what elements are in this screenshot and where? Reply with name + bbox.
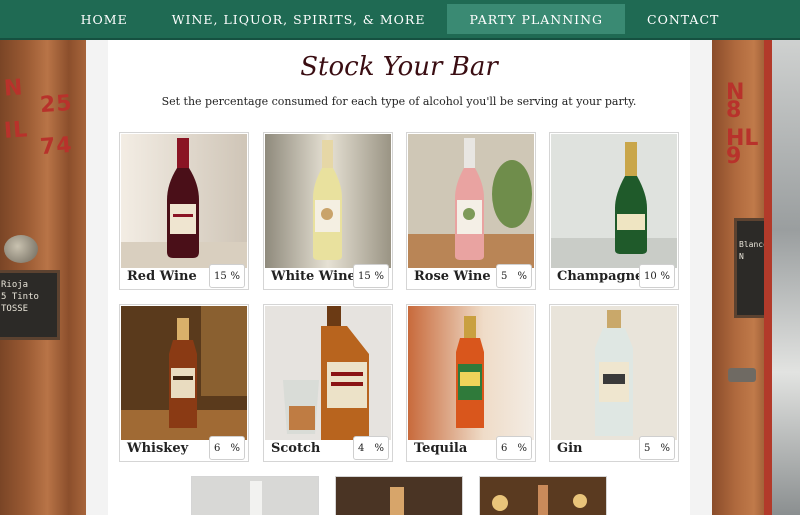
percent-input[interactable]: 10%	[639, 264, 675, 288]
percent-unit: %	[517, 270, 527, 282]
stencil-text: 8	[726, 98, 742, 123]
whiskey-bottle-image	[121, 306, 247, 440]
chalk-slate: Rioja 5 Tinto TOSSE	[0, 270, 60, 340]
page-subtitle: Set the percentage consumed for each typ…	[161, 95, 637, 108]
stencil-text: IL	[3, 117, 30, 144]
percent-input[interactable]: 15%	[209, 264, 245, 288]
percent-input[interactable]: 15%	[353, 264, 389, 288]
drink-name: Rose Wine	[414, 269, 491, 284]
percent-unit: %	[374, 270, 384, 282]
nav-home[interactable]: HOME	[59, 4, 150, 34]
drink-name: Champagne	[557, 269, 644, 284]
percent-unit: %	[230, 270, 240, 282]
nav-wine-liquor[interactable]: WINE, LIQUOR, SPIRITS, & MORE	[150, 4, 448, 34]
wooden-door-left: N 25 IL 74 Rioja 5 Tinto TOSSE	[0, 40, 86, 515]
percent-input[interactable]: 5%	[496, 264, 532, 288]
door-latch	[728, 368, 756, 382]
percent-input[interactable]: 4%	[353, 436, 389, 460]
percent-value: 5	[501, 270, 508, 282]
percent-input[interactable]: 5%	[639, 436, 675, 460]
scotch-bottle-image	[265, 306, 391, 440]
page-title: Stock Your Bar	[300, 52, 498, 82]
drink-name: Gin	[557, 441, 583, 456]
stencil-text: N	[3, 75, 25, 102]
drink-name: Red Wine	[127, 269, 197, 284]
percent-input[interactable]: 6%	[209, 436, 245, 460]
drink-card-white-wine[interactable]: White Wine 15%	[263, 132, 393, 290]
stone-wall	[772, 40, 800, 515]
drink-card-red-wine[interactable]: Red Wine 15%	[119, 132, 249, 290]
drink-card-partial	[335, 476, 463, 515]
percent-unit: %	[660, 442, 670, 454]
drink-card-partial	[191, 476, 319, 515]
drink-card-partial	[479, 476, 607, 515]
percent-value: 15	[358, 270, 371, 282]
main-nav: HOME WINE, LIQUOR, SPIRITS, & MORE PARTY…	[0, 0, 800, 40]
percent-value: 10	[644, 270, 657, 282]
percent-input[interactable]: 6%	[496, 436, 532, 460]
drink-card-rose-wine[interactable]: Rose Wine 5%	[406, 132, 536, 290]
drink-name: White Wine	[271, 269, 356, 284]
gin-bottle-image	[551, 306, 677, 440]
percent-value: 6	[501, 442, 508, 454]
drink-card-gin[interactable]: Gin 5%	[549, 304, 679, 462]
rose-wine-bottle-image	[408, 134, 534, 268]
stencil-text: 9	[726, 144, 742, 169]
content-panel: Stock Your Bar Set the percentage consum…	[86, 40, 712, 515]
percent-value: 15	[214, 270, 227, 282]
drink-card-champagne[interactable]: Champagne 10%	[549, 132, 679, 290]
drink-name: Tequila	[414, 441, 468, 456]
stencil-text: 25	[39, 90, 74, 119]
percent-value: 4	[358, 442, 365, 454]
red-wine-bottle-image	[121, 134, 247, 268]
white-wine-bottle-image	[265, 134, 391, 268]
percent-unit: %	[660, 270, 670, 282]
percent-unit: %	[517, 442, 527, 454]
door-knob	[4, 235, 38, 263]
drink-card-tequila[interactable]: Tequila 6%	[406, 304, 536, 462]
drink-card-scotch[interactable]: Scotch 4%	[263, 304, 393, 462]
percent-value: 5	[644, 442, 651, 454]
drink-card-whiskey[interactable]: Whiskey 6%	[119, 304, 249, 462]
stencil-text: 74	[39, 132, 74, 161]
percent-unit: %	[374, 442, 384, 454]
nav-contact[interactable]: CONTACT	[625, 4, 741, 34]
percent-unit: %	[230, 442, 240, 454]
content-inner: Stock Your Bar Set the percentage consum…	[108, 40, 690, 515]
drink-name: Whiskey	[127, 441, 189, 456]
tequila-bottle-image	[408, 306, 534, 440]
drink-name: Scotch	[271, 441, 321, 456]
wooden-door-right: N 8 HL 9 Blanco N	[712, 40, 772, 515]
percent-value: 6	[214, 442, 221, 454]
champagne-bottle-image	[551, 134, 677, 268]
nav-party-planning[interactable]: PARTY PLANNING	[447, 4, 626, 34]
